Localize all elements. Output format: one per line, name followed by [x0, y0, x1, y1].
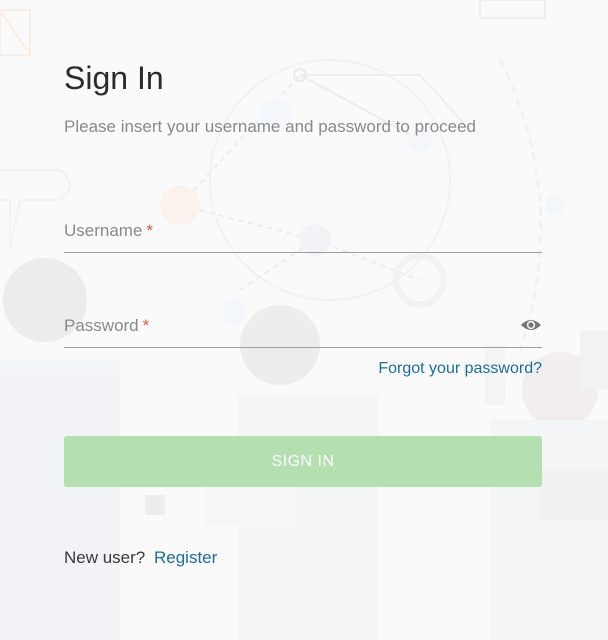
username-underline [64, 252, 542, 253]
password-field[interactable]: Password * [64, 311, 542, 351]
page-title: Sign In [64, 60, 164, 96]
page-subtitle: Please insert your username and password… [64, 117, 477, 136]
sign-in-button[interactable]: SIGN IN [64, 436, 542, 487]
username-input[interactable] [64, 216, 542, 252]
username-field[interactable]: Username * [64, 216, 542, 256]
show-password-eye-icon[interactable] [520, 317, 542, 333]
password-input[interactable] [64, 311, 542, 347]
password-underline [64, 347, 542, 348]
register-link[interactable]: Register [154, 548, 217, 567]
sign-in-form: Sign In Please insert your username and … [64, 0, 542, 640]
register-row: New user? Register [64, 548, 217, 568]
forgot-password-link[interactable]: Forgot your password? [378, 360, 542, 378]
new-user-text: New user? [64, 548, 146, 567]
